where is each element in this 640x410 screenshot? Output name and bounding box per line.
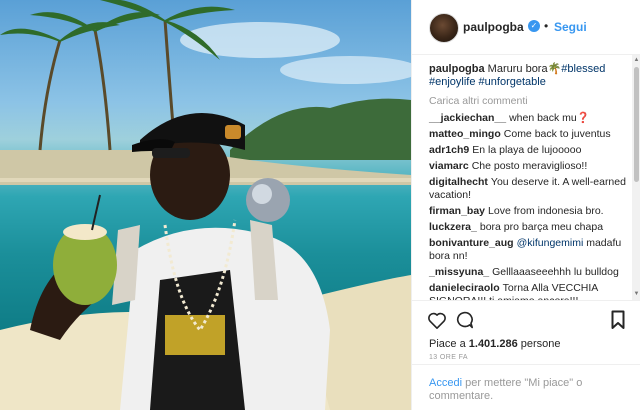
separator-dot: • bbox=[544, 19, 549, 33]
hashtag-unforgetable[interactable]: #unforgetable bbox=[479, 76, 546, 88]
comment-text: Gelllaaaseeehhh lu bulldog bbox=[492, 266, 619, 278]
comment-username[interactable]: danieleciraolo bbox=[429, 282, 500, 294]
comment-text: Love from indonesia bro. bbox=[488, 205, 604, 217]
comment-item: bonivanture_aug @kifungemimi madafu bora … bbox=[429, 237, 629, 263]
hashtag-enjoylife[interactable]: #enjoylife bbox=[429, 76, 475, 88]
load-more-comments-button[interactable]: Carica altri commenti bbox=[429, 95, 528, 107]
login-link[interactable]: Accedi bbox=[429, 377, 462, 389]
likes-prefix: Piace a bbox=[429, 338, 466, 350]
scroll-up-arrow-icon[interactable]: ▲ bbox=[633, 57, 640, 64]
comment-text: bora pro barça meu chapa bbox=[479, 221, 604, 233]
comment-username[interactable]: viamarc bbox=[429, 160, 469, 172]
comment-item: luckzera_ bora pro barça meu chapa bbox=[429, 221, 629, 234]
comment-mention[interactable]: @kifungemimi bbox=[517, 237, 584, 249]
hashtag-blessed[interactable]: #blessed bbox=[561, 63, 605, 75]
post-photo[interactable] bbox=[0, 0, 411, 410]
scrollbar-thumb[interactable] bbox=[634, 67, 639, 182]
follow-button[interactable]: Segui bbox=[554, 20, 587, 34]
avatar[interactable] bbox=[429, 13, 459, 43]
comment-item: viamarc Che posto meraviglioso!! bbox=[429, 160, 629, 173]
comment-username[interactable]: digitalhecht bbox=[429, 176, 488, 188]
comment-item: danieleciraoloTorna Alla VECCHIA SIGNORA… bbox=[429, 282, 629, 300]
comment-username[interactable]: adr1ch9 bbox=[429, 144, 469, 156]
palm-emoji: 🌴 bbox=[547, 63, 562, 75]
comment-username[interactable]: luckzera_ bbox=[429, 221, 477, 233]
likes-number: 1.401.286 bbox=[468, 338, 518, 350]
comment-item: adr1ch9 En la playa de lujooooo bbox=[429, 144, 629, 157]
likes-count[interactable]: Piace a 1.401.286 persone bbox=[429, 338, 561, 350]
comment-username[interactable]: _missyuna_ bbox=[429, 266, 489, 278]
comment-item: matteo_mingo Come back to juventus bbox=[429, 128, 629, 141]
comment-item: __jackiechan__ when back mu❓ bbox=[429, 112, 629, 125]
post-username[interactable]: paulpogba bbox=[463, 20, 524, 34]
comments-list[interactable]: paulpogba Maruru bora🌴#blessed #enjoylif… bbox=[412, 55, 632, 300]
comment-text: Come back to juventus bbox=[503, 128, 611, 140]
post-caption: paulpogba Maruru bora🌴#blessed #enjoylif… bbox=[429, 63, 629, 89]
post-header: paulpogba ✓ • Segui bbox=[412, 0, 640, 55]
heart-icon[interactable] bbox=[427, 311, 447, 329]
comments-scrollbar[interactable]: ▲ ▼ bbox=[632, 55, 640, 300]
comment-username[interactable]: bonivanture_aug bbox=[429, 237, 514, 249]
photo-scene bbox=[0, 0, 411, 410]
comment-item: _missyuna_ Gelllaaaseeehhh lu bulldog bbox=[429, 266, 629, 279]
verified-badge-icon: ✓ bbox=[528, 20, 540, 32]
comment-username[interactable]: matteo_mingo bbox=[429, 128, 501, 140]
comment-text: En la playa de lujooooo bbox=[472, 144, 582, 156]
login-text: Accedi per mettere "Mi piace" o commenta… bbox=[429, 377, 589, 403]
comment-text: when back mu❓ bbox=[509, 112, 590, 124]
caption-text: Maruru bora bbox=[487, 63, 548, 75]
comment-username[interactable]: firman_bay bbox=[429, 205, 485, 217]
caption-username[interactable]: paulpogba bbox=[429, 63, 485, 75]
comment-username[interactable]: __jackiechan__ bbox=[429, 112, 506, 124]
comment-item: digitalhecht You deserve it. A well-earne… bbox=[429, 176, 629, 202]
likes-suffix: persone bbox=[520, 338, 561, 350]
post-sidebar: paulpogba ✓ • Segui paulpogba Maruru bor… bbox=[411, 0, 640, 410]
bookmark-icon[interactable] bbox=[611, 310, 625, 330]
login-prompt: Accedi per mettere "Mi piace" o commenta… bbox=[412, 364, 640, 410]
post-timestamp[interactable]: 13 ORE FA bbox=[429, 354, 468, 361]
comment-item: firman_bay Love from indonesia bro. bbox=[429, 205, 629, 218]
scroll-down-arrow-icon[interactable]: ▼ bbox=[633, 291, 640, 298]
comment-text: Che posto meraviglioso!! bbox=[471, 160, 588, 172]
comment-icon[interactable] bbox=[454, 311, 474, 329]
